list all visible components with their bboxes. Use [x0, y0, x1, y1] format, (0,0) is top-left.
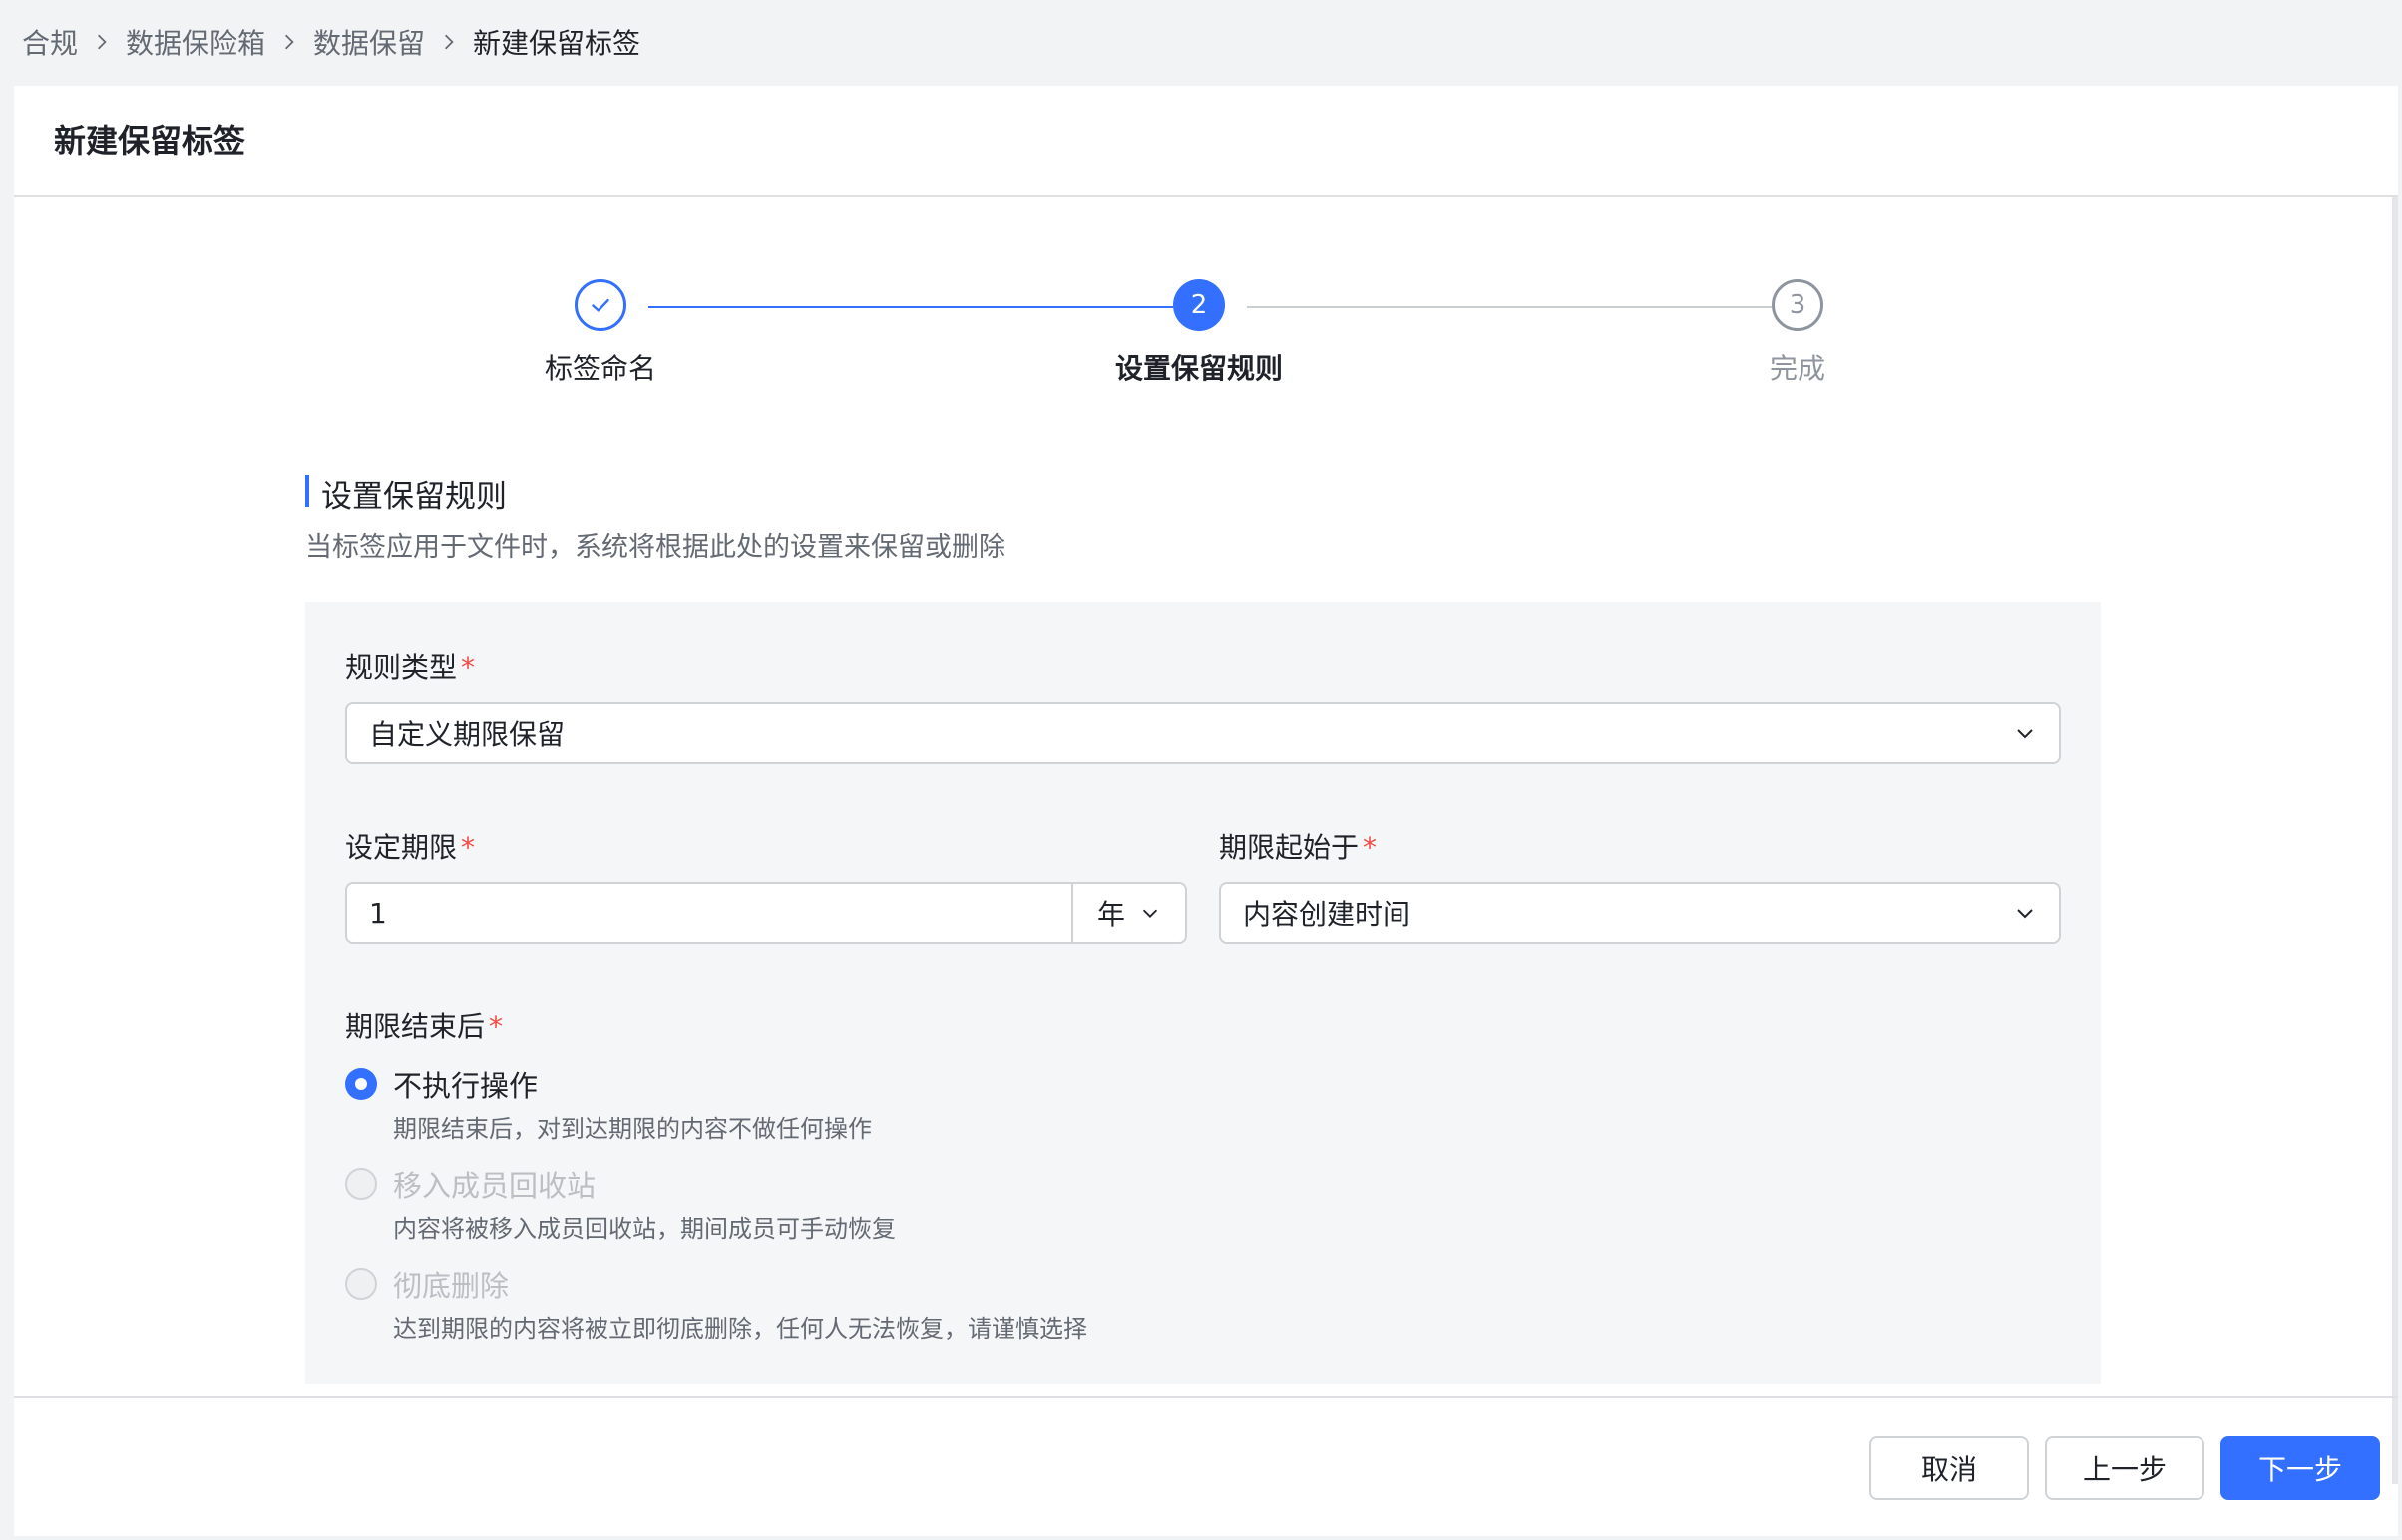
rule-type-label: 规则类型 *: [345, 651, 476, 684]
radio-move-to-trash[interactable]: 移入成员回收站: [345, 1163, 596, 1205]
step-label: 完成: [1769, 352, 1826, 385]
previous-step-button[interactable]: 上一步: [2045, 1436, 2204, 1500]
chevron-down-icon: [2017, 729, 2033, 739]
radio-button[interactable]: [345, 1068, 377, 1100]
section-accent-bar: [305, 475, 309, 507]
period-number-input[interactable]: 1: [347, 884, 1071, 942]
section-title: 设置保留规则: [321, 479, 507, 515]
step-connector-1: [648, 306, 1173, 308]
chevron-right-icon: [425, 22, 473, 62]
period-start-select[interactable]: 内容创建时间: [1219, 882, 2061, 944]
breadcrumb-item-data-retention[interactable]: 数据保留: [313, 22, 425, 62]
radio-no-action[interactable]: 不执行操作: [345, 1063, 538, 1105]
radio-button[interactable]: [345, 1268, 377, 1300]
after-period-label: 期限结束后 *: [345, 1010, 504, 1043]
period-start-value: 内容创建时间: [1243, 898, 1411, 931]
chevron-down-icon: [2017, 909, 2033, 919]
cancel-button[interactable]: 取消: [1869, 1436, 2029, 1500]
radio-permanent-delete[interactable]: 彻底删除: [345, 1263, 509, 1305]
footer-divider: [14, 1396, 2398, 1398]
breadcrumb-item-compliance[interactable]: 合规: [22, 22, 78, 62]
step-label: 设置保留规则: [1114, 352, 1284, 385]
next-step-button[interactable]: 下一步: [2220, 1436, 2380, 1500]
radio-description: 达到期限的内容将被立即彻底删除，任何人无法恢复，请谨慎选择: [393, 1315, 1087, 1343]
radio-description: 期限结束后，对到达期限的内容不做任何操作: [393, 1115, 872, 1143]
step-circle: [575, 279, 626, 331]
step-connector-2: [1247, 306, 1772, 308]
breadcrumb: 合规 数据保险箱 数据保留 新建保留标签: [22, 22, 640, 62]
radio-label: 彻底删除: [393, 1269, 510, 1303]
period-start-label: 期限起始于 *: [1219, 831, 1378, 864]
step-circle: 3: [1772, 279, 1823, 331]
required-mark: *: [461, 831, 476, 864]
required-mark: *: [1363, 831, 1378, 864]
scrollbar[interactable]: [2392, 197, 2398, 1484]
radio-label: 移入成员回收站: [393, 1169, 597, 1203]
breadcrumb-item-data-vault[interactable]: 数据保险箱: [126, 22, 265, 62]
section-description: 当标签应用于文件时，系统将根据此处的设置来保留或删除: [305, 532, 1005, 563]
chevron-down-icon: [1142, 909, 1158, 918]
required-mark: *: [461, 651, 476, 684]
rule-type-value: 自定义期限保留: [369, 718, 566, 751]
chevron-right-icon: [78, 22, 126, 62]
breadcrumb-item-current: 新建保留标签: [473, 27, 641, 60]
period-input-group: 1 年: [345, 882, 1187, 944]
required-mark: *: [489, 1010, 504, 1043]
radio-description: 内容将被移入成员回收站，期间成员可手动恢复: [393, 1215, 896, 1243]
radio-label: 不执行操作: [393, 1069, 539, 1103]
page-title: 新建保留标签: [54, 122, 246, 160]
radio-button[interactable]: [345, 1168, 377, 1200]
period-unit-select[interactable]: 年: [1071, 884, 1185, 942]
check-icon: [592, 298, 609, 312]
rule-form: 规则类型 * 自定义期限保留 设定期限 * 1 年 期限起始于 * 内容创建时间 期限…: [305, 602, 2101, 1384]
chevron-right-icon: [265, 22, 313, 62]
card-header: 新建保留标签: [14, 86, 2398, 197]
step-circle: 2: [1173, 279, 1225, 331]
rule-type-select[interactable]: 自定义期限保留: [345, 702, 2061, 764]
step-label: 标签命名: [544, 352, 657, 385]
period-label: 设定期限 *: [345, 831, 476, 864]
